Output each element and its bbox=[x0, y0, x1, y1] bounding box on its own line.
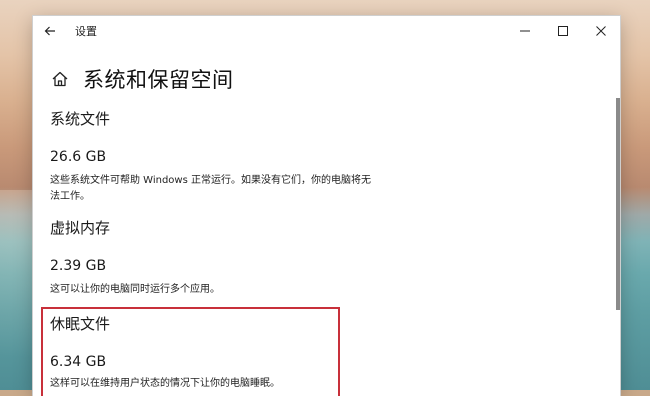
close-button[interactable] bbox=[582, 16, 620, 46]
minimize-button[interactable] bbox=[506, 16, 544, 46]
section-virtual-memory: 虚拟内存 2.39 GB 这可以让你的电脑同时运行多个应用。 bbox=[50, 217, 390, 298]
window-controls bbox=[506, 16, 620, 46]
section-title: 虚拟内存 bbox=[50, 219, 111, 237]
description-line: 这可以让你的电脑同时运行多个应用。 bbox=[50, 284, 220, 295]
section-title: 休眠文件 bbox=[50, 315, 111, 333]
scrollbar[interactable] bbox=[616, 98, 620, 310]
maximize-icon bbox=[558, 26, 568, 36]
description-line: 这些系统文件可帮助 Windows 正常运行。如果没有它们，你的电脑将无 bbox=[50, 175, 371, 186]
description-line: 法工作。 bbox=[50, 191, 90, 202]
minimize-icon bbox=[520, 30, 530, 32]
section-size: 26.6 GB bbox=[50, 149, 107, 165]
app-title: 设置 bbox=[75, 25, 97, 38]
section-description: 这可以让你的电脑同时运行多个应用。 bbox=[50, 282, 390, 298]
section-title: 系统文件 bbox=[50, 110, 111, 128]
section-hibernation-file: 休眠文件 6.34 GB 这样可以在维持用户状态的情况下让你的电脑睡眠。 bbox=[50, 313, 390, 392]
section-description: 这些系统文件可帮助 Windows 正常运行。如果没有它们，你的电脑将无 法工作… bbox=[50, 173, 390, 205]
title-bar[interactable]: 设置 bbox=[33, 16, 620, 46]
section-system-files: 系统文件 26.6 GB 这些系统文件可帮助 Windows 正常运行。如果没有… bbox=[50, 108, 390, 205]
home-icon[interactable] bbox=[51, 70, 69, 88]
back-arrow-icon bbox=[44, 26, 55, 36]
maximize-button[interactable] bbox=[544, 16, 582, 46]
section-size: 6.34 GB bbox=[50, 354, 107, 370]
section-size: 2.39 GB bbox=[50, 258, 107, 274]
close-icon bbox=[596, 26, 606, 36]
page-header: 系统和保留空间 bbox=[51, 64, 234, 94]
description-line: 这样可以在维持用户状态的情况下让你的电脑睡眠。 bbox=[50, 378, 280, 389]
settings-window: 设置 系统和保留空间 系统文件 26.6 GB 这些系统文件可帮助 Window… bbox=[33, 16, 620, 396]
page-title: 系统和保留空间 bbox=[83, 68, 234, 92]
back-button[interactable] bbox=[33, 16, 67, 46]
